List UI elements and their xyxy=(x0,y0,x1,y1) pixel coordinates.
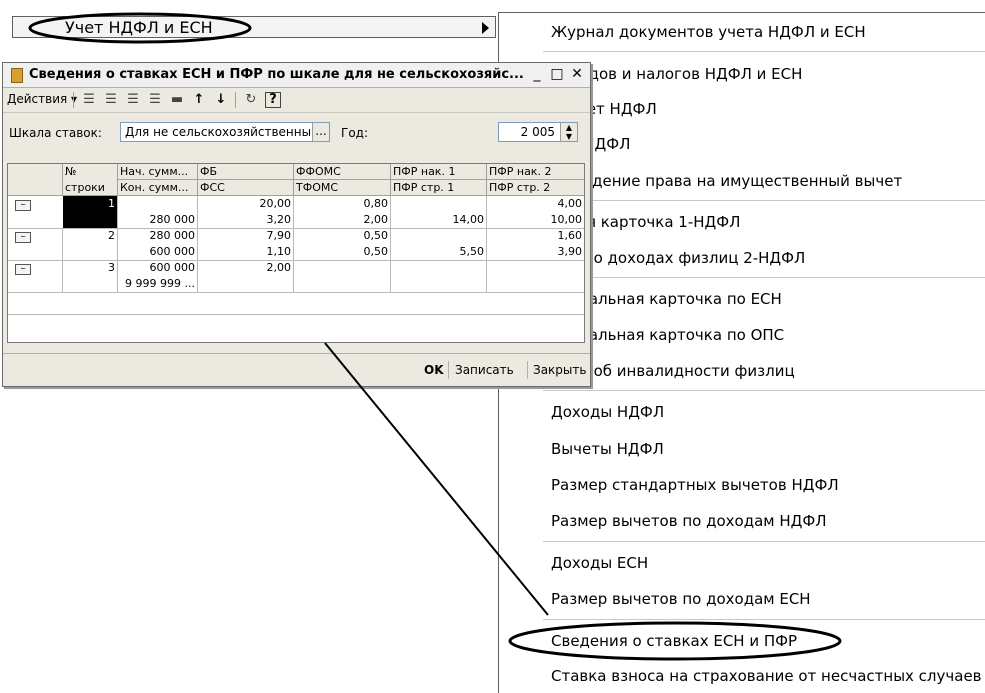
annotation-overlay xyxy=(28,12,842,661)
highlight-ellipse-menu xyxy=(28,12,252,44)
highlight-ellipse-submenu xyxy=(508,621,842,661)
connector-line xyxy=(324,342,549,616)
